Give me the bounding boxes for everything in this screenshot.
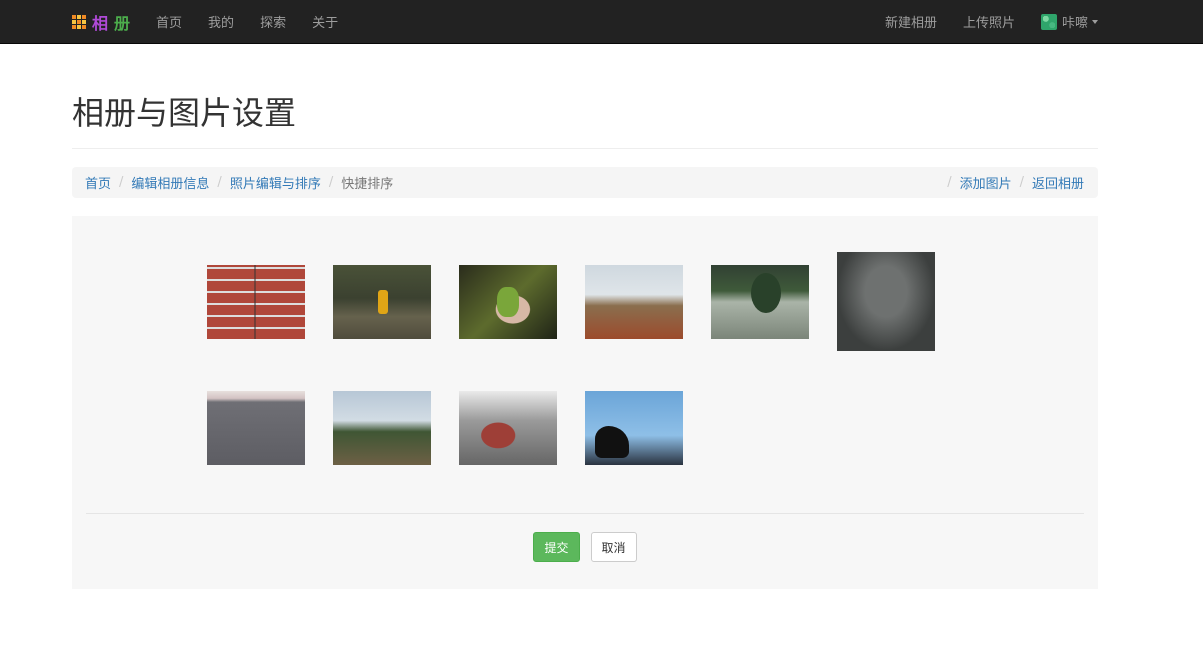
- page-title: 相册与图片设置: [72, 94, 297, 132]
- tree-reflection-photo[interactable]: [711, 265, 809, 339]
- country-road-photo[interactable]: [333, 391, 431, 465]
- brick-wall-photo[interactable]: [207, 265, 305, 339]
- nav-new-album[interactable]: 新建相册: [885, 12, 937, 31]
- album-grid-icon: [72, 14, 86, 29]
- brand-char-1: 相: [92, 13, 109, 33]
- form-actions: 提交 取消: [72, 532, 1098, 562]
- navbar: 相 册 首页 我的 探索 关于 新建相册 上传照片 咔嚓: [0, 0, 1203, 44]
- brand-logo[interactable]: 相 册: [72, 10, 136, 34]
- nav-home[interactable]: 首页: [156, 12, 182, 31]
- breadcrumb: 首页 / 编辑相册信息 / 照片编辑与排序 / 快捷排序 / 添加图片 / 返回…: [72, 167, 1098, 198]
- submit-button[interactable]: 提交: [533, 532, 580, 562]
- road-photo[interactable]: [207, 391, 305, 465]
- user-name: 咔嚓: [1061, 16, 1088, 31]
- brand-char-2: 册: [114, 13, 131, 33]
- breadcrumb-photo-edit[interactable]: 照片编辑与排序: [230, 173, 321, 192]
- actions-divider: [86, 513, 1084, 514]
- caret-down-icon: [1092, 19, 1098, 24]
- main-container: 相册与图片设置 首页 / 编辑相册信息 / 照片编辑与排序 / 快捷排序 / 添…: [72, 44, 1098, 589]
- breadcrumb-separator: /: [947, 175, 952, 190]
- breadcrumb-separator: /: [119, 175, 124, 190]
- field-trees-photo[interactable]: [585, 265, 683, 339]
- nav-mine[interactable]: 我的: [208, 12, 234, 31]
- red-boot-photo[interactable]: [459, 391, 557, 465]
- breadcrumb-separator: /: [1019, 175, 1024, 190]
- avatar: [1040, 13, 1057, 30]
- nav-upload-photo[interactable]: 上传照片: [963, 12, 1015, 31]
- breadcrumb-separator: /: [217, 175, 222, 190]
- breadcrumb-right: / 添加图片 / 返回相册: [939, 173, 1084, 192]
- nav-about[interactable]: 关于: [312, 12, 338, 31]
- nav-right: 新建相册 上传照片 咔嚓: [859, 12, 1098, 31]
- back-to-album-link[interactable]: 返回相册: [1032, 173, 1084, 192]
- add-photo-link[interactable]: 添加图片: [960, 173, 1012, 192]
- nav-explore[interactable]: 探索: [260, 12, 286, 31]
- grasshopper-photo[interactable]: [459, 265, 557, 339]
- water-photo[interactable]: [837, 252, 935, 351]
- user-menu[interactable]: 咔嚓: [1040, 12, 1098, 31]
- hand-sky-photo[interactable]: [585, 391, 683, 465]
- child-walking-photo[interactable]: [333, 265, 431, 339]
- sort-panel: 提交 取消: [72, 216, 1098, 589]
- breadcrumb-separator: /: [328, 175, 334, 190]
- nav-inner: 相 册 首页 我的 探索 关于 新建相册 上传照片 咔嚓: [72, 0, 1098, 43]
- title-divider: [72, 148, 1098, 149]
- breadcrumb-current: 快捷排序: [341, 177, 394, 192]
- cancel-button[interactable]: 取消: [590, 532, 637, 562]
- breadcrumb-home[interactable]: 首页: [85, 173, 111, 192]
- breadcrumb-edit-album[interactable]: 编辑相册信息: [131, 173, 209, 192]
